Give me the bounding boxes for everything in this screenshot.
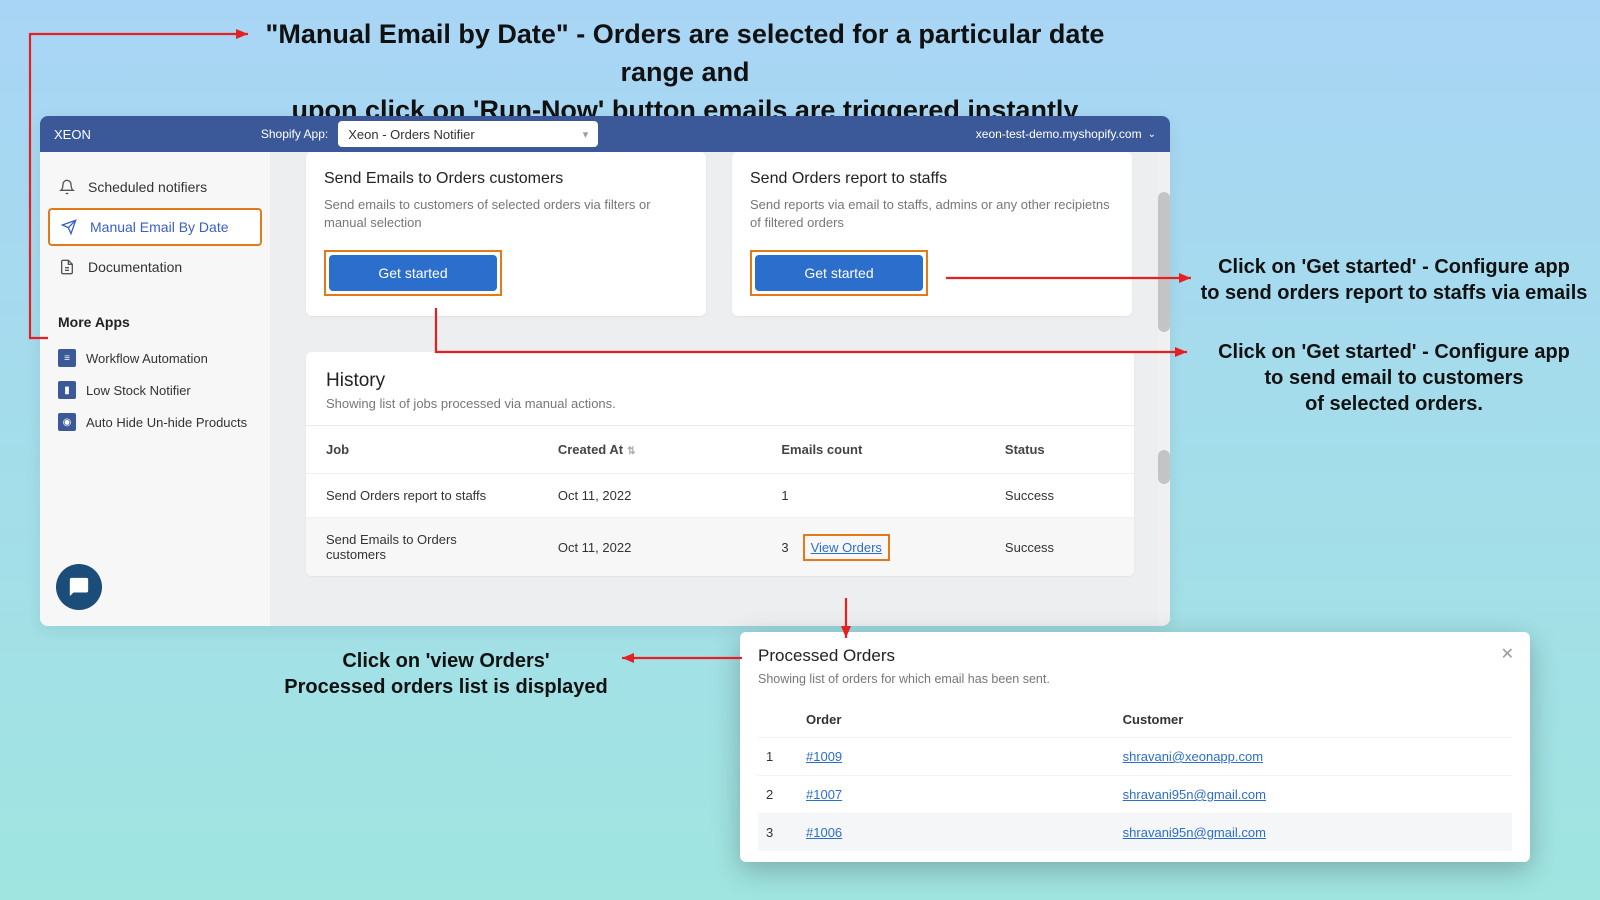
col-job[interactable]: Job xyxy=(306,426,538,474)
table-row: 1 #1009 shravani@xeonapp.com xyxy=(758,738,1512,776)
annotation-view-orders: Click on 'view Orders' Processed orders … xyxy=(284,648,608,700)
customer-link[interactable]: shravani@xeonapp.com xyxy=(1123,749,1263,764)
col-order: Order xyxy=(798,702,1115,738)
app-square-icon: ▮ xyxy=(58,381,76,399)
app-square-icon: ≡ xyxy=(58,349,76,367)
processed-orders-modal: ✕ Processed Orders Showing list of order… xyxy=(740,632,1530,862)
modal-title: Processed Orders xyxy=(758,646,1512,666)
card-title: Send Emails to Orders customers xyxy=(324,170,688,188)
app-selected: Xeon - Orders Notifier xyxy=(348,127,474,142)
highlight-box: Get started xyxy=(750,250,928,296)
order-link[interactable]: #1006 xyxy=(806,825,842,840)
more-app-label: Low Stock Notifier xyxy=(86,383,191,398)
chevron-down-icon: ⌄ xyxy=(1148,129,1156,140)
sidebar-item-label: Manual Email By Date xyxy=(90,219,229,235)
sidebar-item-label: Scheduled notifiers xyxy=(88,179,207,195)
scrollbar-thumb[interactable] xyxy=(1158,450,1170,484)
document-icon xyxy=(58,259,76,275)
sort-icon: ⇅ xyxy=(627,446,635,457)
table-row: Send Orders report to staffs Oct 11, 202… xyxy=(306,474,1134,518)
customer-link[interactable]: shravani95n@gmail.com xyxy=(1123,825,1266,840)
scrollbar-thumb[interactable] xyxy=(1158,192,1170,332)
annotation-staffs: Click on 'Get started' - Configure app t… xyxy=(1194,254,1594,306)
cell-emails: 3 View Orders xyxy=(761,518,985,577)
col-created[interactable]: Created At⇅ xyxy=(538,426,762,474)
customer-link[interactable]: shravani95n@gmail.com xyxy=(1123,787,1266,802)
sidebar-item-label: Documentation xyxy=(88,259,182,275)
col-emails[interactable]: Emails count xyxy=(761,426,985,474)
cell-job: Send Emails to Orders customers xyxy=(306,518,538,577)
processed-orders-table: Order Customer 1 #1009 shravani@xeonapp.… xyxy=(758,702,1512,851)
more-app-label: Auto Hide Un-hide Products xyxy=(86,415,247,430)
more-app-workflow[interactable]: ≡ Workflow Automation xyxy=(48,342,262,374)
close-icon[interactable]: ✕ xyxy=(1501,644,1514,664)
headline-line1: "Manual Email by Date" - Orders are sele… xyxy=(260,16,1110,92)
modal-subtitle: Showing list of orders for which email h… xyxy=(758,672,1512,686)
cell-index: 1 xyxy=(758,738,798,776)
cell-status: Success xyxy=(985,518,1134,577)
sidebar-item-scheduled[interactable]: Scheduled notifiers xyxy=(48,170,262,204)
scrollbar-track[interactable] xyxy=(1158,152,1170,626)
card-desc: Send reports via email to staffs, admins… xyxy=(750,196,1114,232)
cell-status: Success xyxy=(985,474,1134,518)
cell-created: Oct 11, 2022 xyxy=(538,474,762,518)
brand-name: XEON xyxy=(54,127,91,142)
more-app-label: Workflow Automation xyxy=(86,351,208,366)
sidebar-item-documentation[interactable]: Documentation xyxy=(48,250,262,284)
store-name: xeon-test-demo.myshopify.com xyxy=(976,127,1142,141)
cell-index: 3 xyxy=(758,814,798,852)
table-row: 3 #1006 shravani95n@gmail.com xyxy=(758,814,1512,852)
more-app-lowstock[interactable]: ▮ Low Stock Notifier xyxy=(48,374,262,406)
app-label: Shopify App: xyxy=(261,127,328,141)
more-app-autohide[interactable]: ◉ Auto Hide Un-hide Products xyxy=(48,406,262,438)
order-link[interactable]: #1009 xyxy=(806,749,842,764)
card-send-report-staffs: Send Orders report to staffs Send report… xyxy=(732,152,1132,316)
history-title: History xyxy=(326,370,1114,392)
send-icon xyxy=(60,219,78,235)
topbar: XEON Shopify App: Xeon - Orders Notifier… xyxy=(40,116,1170,152)
bell-icon xyxy=(58,179,76,195)
cell-job: Send Orders report to staffs xyxy=(306,474,538,518)
col-status[interactable]: Status xyxy=(985,426,1134,474)
annotation-customers: Click on 'Get started' - Configure app t… xyxy=(1194,339,1594,417)
sidebar-item-manual-email[interactable]: Manual Email By Date xyxy=(48,208,262,246)
table-row: Send Emails to Orders customers Oct 11, … xyxy=(306,518,1134,577)
sidebar-more-apps-heading: More Apps xyxy=(58,314,252,330)
get-started-customers-button[interactable]: Get started xyxy=(329,255,497,291)
headline: "Manual Email by Date" - Orders are sele… xyxy=(260,16,1110,129)
history-subtitle: Showing list of jobs processed via manua… xyxy=(326,396,1114,411)
main-content: Send Emails to Orders customers Send ema… xyxy=(270,152,1170,626)
table-row: 2 #1007 shravani95n@gmail.com xyxy=(758,776,1512,814)
cell-created: Oct 11, 2022 xyxy=(538,518,762,577)
app-window: XEON Shopify App: Xeon - Orders Notifier… xyxy=(40,116,1170,626)
card-send-emails-customers: Send Emails to Orders customers Send ema… xyxy=(306,152,706,316)
app-square-icon: ◉ xyxy=(58,413,76,431)
app-selector[interactable]: Xeon - Orders Notifier ▾ xyxy=(338,121,598,147)
order-link[interactable]: #1007 xyxy=(806,787,842,802)
highlight-box: Get started xyxy=(324,250,502,296)
history-table: Job Created At⇅ Emails count Status Send… xyxy=(306,425,1134,576)
arrow-modal-to-annotation xyxy=(612,650,752,666)
cell-emails: 1 xyxy=(761,474,985,518)
chat-widget-button[interactable] xyxy=(56,564,102,610)
col-customer: Customer xyxy=(1115,702,1512,738)
cell-index: 2 xyxy=(758,776,798,814)
view-orders-link[interactable]: View Orders xyxy=(811,540,882,555)
get-started-staffs-button[interactable]: Get started xyxy=(755,255,923,291)
highlight-box: View Orders xyxy=(803,534,890,561)
store-selector[interactable]: xeon-test-demo.myshopify.com ⌄ xyxy=(976,127,1156,141)
card-desc: Send emails to customers of selected ord… xyxy=(324,196,688,232)
sidebar: Scheduled notifiers Manual Email By Date… xyxy=(40,152,270,626)
col-index xyxy=(758,702,798,738)
history-card: History Showing list of jobs processed v… xyxy=(306,352,1134,576)
card-title: Send Orders report to staffs xyxy=(750,170,1114,188)
chevron-down-icon: ▾ xyxy=(583,128,589,141)
